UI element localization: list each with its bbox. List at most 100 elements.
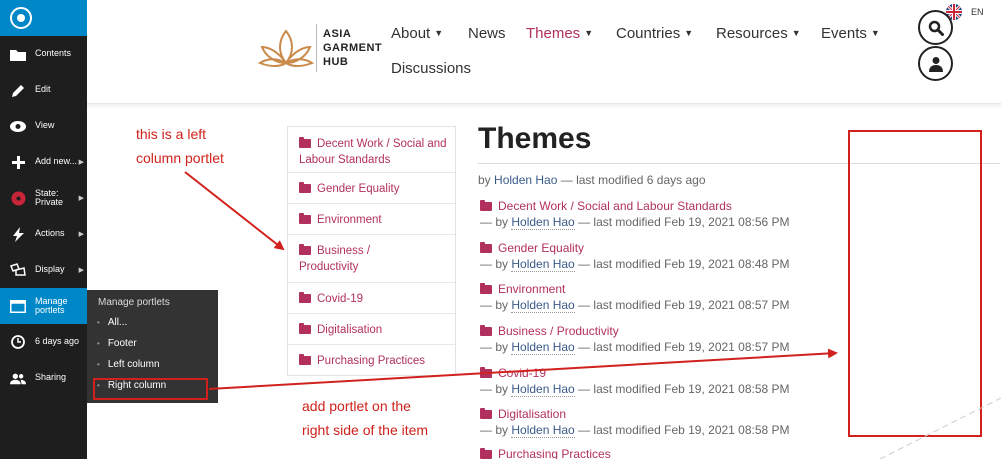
annotation-right-line-1: add portlet on the	[302, 398, 411, 414]
submenu-item-footer[interactable]: • Footer	[87, 333, 218, 354]
toolbar-actions[interactable]: Actions ▶	[0, 216, 87, 252]
portlet-item-label: Gender Equality	[317, 183, 400, 195]
highlight-right-column	[93, 378, 208, 400]
portlets-icon	[10, 298, 26, 314]
user-button[interactable]	[918, 46, 953, 81]
nav-discussions[interactable]: Discussions	[391, 60, 471, 77]
author-link[interactable]: Holden Hao	[511, 423, 575, 438]
submenu-item-label: Left column	[107, 359, 160, 370]
portlet-item[interactable]: Business / Productivity	[288, 235, 455, 283]
portlet-item[interactable]: Purchasing Practices	[288, 345, 455, 376]
nav-about[interactable]: About ▼	[391, 25, 443, 42]
content-item-title[interactable]: Digitalisation	[480, 406, 790, 422]
content-item-title[interactable]: Business / Productivity	[480, 323, 790, 339]
caret-down-icon: ▼	[791, 28, 801, 38]
folder-icon	[480, 199, 492, 211]
meta-modified: — last modified Feb 19, 2021 08:57 PM	[578, 298, 790, 312]
content-list-item: Gender Equality — by Holden Hao — last m…	[480, 240, 790, 273]
pencil-icon	[10, 82, 26, 98]
annotation-right-line-2: right side of the item	[302, 422, 429, 438]
meta-prefix: — by	[480, 340, 509, 354]
plone-logo[interactable]	[0, 0, 87, 36]
content-item-title[interactable]: Decent Work / Social and Labour Standard…	[480, 198, 790, 214]
toolbar-state[interactable]: State: Private ▶	[0, 180, 87, 216]
users-icon	[10, 370, 26, 386]
toolbar-sharing[interactable]: Sharing	[0, 360, 87, 396]
annotation-left-line-2: column portlet	[136, 150, 224, 166]
content-item-title-text: Gender Equality	[498, 241, 585, 255]
portlet-item[interactable]: Gender Equality	[288, 173, 455, 204]
nav-themes[interactable]: Themes ▼	[526, 25, 593, 42]
meta-modified: — last modified Feb 19, 2021 08:58 PM	[578, 423, 790, 437]
author-link[interactable]: Holden Hao	[511, 382, 575, 397]
folder-icon	[480, 324, 492, 336]
meta-prefix: — by	[480, 382, 509, 396]
author-link[interactable]: Holden Hao	[511, 215, 575, 230]
toolbar-view-label: View	[35, 120, 55, 131]
language-selector[interactable]: EN	[971, 7, 984, 17]
nav-resources[interactable]: Resources ▼	[716, 25, 801, 42]
submenu-title: Manage portlets	[98, 297, 170, 308]
author-link[interactable]: Holden Hao	[511, 257, 575, 272]
meta-prefix: — by	[480, 215, 509, 229]
caret-right-icon: ▶	[78, 195, 84, 202]
author-link[interactable]: Holden Hao	[511, 340, 575, 355]
nav-news[interactable]: News	[468, 25, 506, 42]
caret-down-icon: ▼	[870, 28, 880, 38]
nav-discussions-label: Discussions	[391, 60, 472, 77]
search-button[interactable]	[918, 10, 953, 45]
clock-icon	[10, 334, 26, 350]
content-item-title[interactable]: Environment	[480, 281, 790, 297]
folder-icon	[480, 447, 492, 459]
logo-separator	[316, 24, 317, 72]
caret-down-icon: ▼	[684, 28, 694, 38]
portlet-item-label: Covid-19	[317, 293, 364, 305]
content-list-item: Business / Productivity — by Holden Hao …	[480, 323, 790, 356]
nav-countries[interactable]: Countries ▼	[616, 25, 693, 42]
logo-line-2: GARMENT	[323, 42, 383, 54]
submenu-item-left-column[interactable]: • Left column	[87, 354, 218, 375]
folder-icon	[299, 292, 311, 303]
toolbar-contents-label: Contents	[35, 48, 72, 59]
folder-icon	[299, 354, 311, 365]
meta-modified: — last modified Feb 19, 2021 08:56 PM	[578, 215, 790, 229]
content-item-title[interactable]: Purchasing Practices	[480, 446, 611, 459]
portlet-item[interactable]: Covid-19	[288, 283, 455, 314]
portlet-item[interactable]: Decent Work / Social and Labour Standard…	[288, 131, 455, 173]
submenu-item-all[interactable]: • All...	[87, 312, 218, 333]
content-list-item: Decent Work / Social and Labour Standard…	[480, 198, 790, 231]
folder-icon	[480, 241, 492, 253]
meta-prefix: — by	[480, 423, 509, 437]
logo-text: ASIA GARMENT HUB	[323, 27, 382, 69]
portlet-item[interactable]: Environment	[288, 204, 455, 235]
portlet-item-label: Purchasing Practices	[317, 355, 426, 367]
byline-author-link[interactable]: Holden Hao	[494, 173, 557, 187]
site-logo[interactable]: ASIA GARMENT HUB	[258, 24, 382, 72]
content-item-meta: — by Holden Hao — last modified Feb 19, …	[480, 298, 790, 314]
toolbar-history[interactable]: 6 days ago	[0, 324, 87, 360]
toolbar-manage-portlets[interactable]: Manage portlets	[0, 288, 87, 324]
content-item-title-text: Covid-19	[498, 366, 547, 380]
portlet-item[interactable]: Digitalisation	[288, 314, 455, 345]
toolbar-view[interactable]: View	[0, 108, 87, 144]
header-divider	[87, 103, 1001, 104]
nav-news-label: News	[468, 25, 506, 42]
content-item-title[interactable]: Gender Equality	[480, 240, 790, 256]
content-item-title-text: Business / Productivity	[498, 324, 619, 338]
nav-events[interactable]: Events ▼	[821, 25, 880, 42]
user-icon	[928, 56, 943, 72]
content-item-meta: — by Holden Hao — last modified Feb 19, …	[480, 423, 790, 439]
content-item-title-text: Decent Work / Social and Labour Standard…	[498, 199, 732, 213]
folder-icon	[299, 182, 311, 193]
content-item-title-text: Digitalisation	[498, 407, 567, 421]
toolbar-display[interactable]: Display ▶	[0, 252, 87, 288]
content-list-item: Digitalisation — by Holden Hao — last mo…	[480, 406, 790, 439]
page-title: Themes	[478, 122, 592, 155]
author-link[interactable]: Holden Hao	[511, 298, 575, 313]
left-column-portlet: Decent Work / Social and Labour Standard…	[287, 126, 456, 376]
toolbar-add-new[interactable]: Add new... ▶	[0, 144, 87, 180]
content-item-title[interactable]: Covid-19	[480, 365, 790, 381]
toolbar-edit[interactable]: Edit	[0, 72, 87, 108]
lightning-icon	[10, 226, 26, 242]
toolbar-contents[interactable]: Contents	[0, 36, 87, 72]
